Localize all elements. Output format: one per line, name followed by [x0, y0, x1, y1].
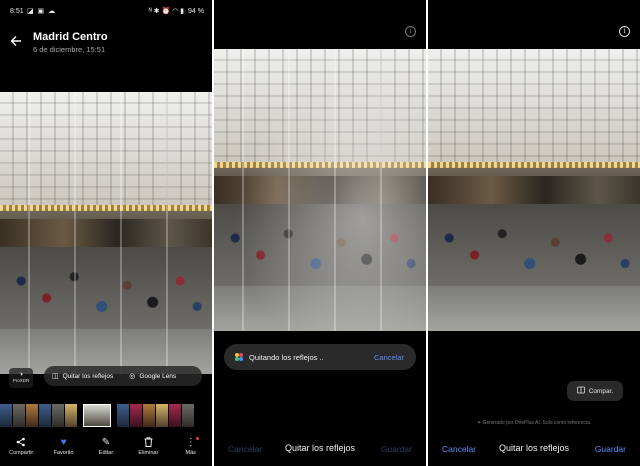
proxdr-label: ProXDR	[12, 378, 30, 383]
favorite-button[interactable]: ♥ Favorito	[44, 437, 84, 466]
thumbnail[interactable]	[0, 404, 12, 427]
more-label: Más	[185, 450, 196, 456]
ai-sparkle-icon	[235, 353, 243, 361]
thumbnail[interactable]	[169, 404, 181, 427]
thumbnail[interactable]	[39, 404, 51, 427]
thumbnail[interactable]	[117, 404, 129, 427]
result-photo[interactable]	[428, 49, 640, 331]
photo-lights	[428, 161, 640, 168]
more-button[interactable]: ⋮ Más	[171, 437, 211, 466]
main-photo[interactable]	[0, 92, 212, 374]
photo-scene	[428, 49, 640, 331]
hdr-icon: ◑	[18, 371, 24, 378]
processing-cancel-button[interactable]: Cancelar	[374, 353, 404, 362]
thumbnail[interactable]	[156, 404, 168, 427]
thumbnail[interactable]	[143, 404, 155, 427]
edit-footer: Cancelar Quitar los reflejos Guardar	[428, 442, 640, 458]
bottom-action-bar: Compartir ♥ Favorito ✎ Editar Eliminar ⋮…	[0, 437, 212, 466]
thumbnail-strip[interactable]	[0, 404, 212, 427]
edit-button[interactable]: ✎ Editar	[86, 437, 126, 466]
photo-date: 6 de diciembre, 15:51	[33, 45, 106, 54]
photo-building	[428, 49, 640, 168]
save-button[interactable]: Guardar	[595, 444, 626, 454]
processing-panel: i Quitando los reflejos .. Cancelar Canc…	[214, 0, 426, 466]
share-label: Compartir	[9, 450, 34, 456]
reflection-icon: ◫	[52, 373, 59, 380]
ai-disclaimer-text: Generado por OnePlus AI. Solo como refer…	[482, 420, 592, 426]
thumbnail[interactable]	[13, 404, 25, 427]
thumbnail[interactable]	[65, 404, 77, 427]
thumbnail[interactable]	[130, 404, 142, 427]
proxdr-badge[interactable]: ◑ ProXDR	[9, 368, 33, 388]
photo-action-pill: ◫ Quitar los reflejos ◎ Google Lens	[44, 366, 202, 386]
favorite-label: Favorito	[53, 450, 74, 456]
status-time: 8:51	[10, 8, 24, 15]
processing-status-pill: Quitando los reflejos .. Cancelar	[224, 344, 416, 370]
photo-viewer-panel: 8:51 ◪ ▣ ☁ ᴺ ✱ ⏰ ◠ ▮ 94 % Madrid Centro …	[0, 0, 212, 466]
share-button[interactable]: Compartir	[1, 437, 41, 466]
google-lens-button[interactable]: ◎ Google Lens	[121, 372, 184, 381]
processing-haze	[214, 49, 426, 331]
more-icon: ⋮	[185, 437, 199, 448]
battery-level: 94 %	[188, 7, 204, 15]
lens-icon: ◎	[129, 373, 136, 380]
thumbnail-gap	[78, 404, 82, 427]
compare-label: Compar.	[588, 387, 614, 395]
pencil-icon: ✎	[101, 437, 111, 448]
compare-icon	[576, 386, 585, 396]
edit-label: Editar	[98, 450, 114, 456]
thumbnail[interactable]	[182, 404, 194, 427]
share-icon	[16, 437, 26, 448]
page-title: Madrid Centro	[33, 31, 108, 43]
glass-reflection	[0, 92, 212, 374]
remove-reflections-button[interactable]: ◫ Quitar los reflejos	[44, 372, 121, 381]
result-panel: i Compar. ✦ Generado por OnePlus AI. Sol…	[428, 0, 640, 466]
info-icon[interactable]: i	[619, 26, 630, 37]
status-right: ᴺ ✱ ⏰ ◠ ▮ 94 %	[148, 7, 204, 16]
thumbnail[interactable]	[26, 404, 38, 427]
processing-label: Quitando los reflejos ..	[249, 352, 324, 362]
thumbnail-selected[interactable]	[83, 404, 111, 427]
ai-disclaimer: ✦ Generado por OnePlus AI. Solo como ref…	[428, 420, 640, 426]
google-lens-label: Google Lens	[139, 372, 177, 380]
heart-icon: ♥	[60, 437, 67, 448]
compare-button[interactable]: Compar.	[567, 381, 623, 401]
notification-icons: ◪ ▣ ☁	[27, 8, 57, 15]
save-button[interactable]: Guardar	[381, 444, 412, 454]
thumbnail[interactable]	[52, 404, 64, 427]
system-icons: ᴺ ✱ ⏰ ◠ ▮	[148, 8, 185, 15]
delete-button[interactable]: Eliminar	[128, 437, 168, 466]
back-arrow-icon[interactable]	[9, 34, 25, 50]
trash-icon	[144, 437, 153, 448]
info-icon[interactable]: i	[405, 26, 416, 37]
thumbnail-gap	[112, 404, 116, 427]
processing-photo	[214, 49, 426, 331]
status-bar: 8:51 ◪ ▣ ☁ ᴺ ✱ ⏰ ◠ ▮ 94 %	[0, 0, 212, 22]
remove-reflections-label: Quitar los reflejos	[62, 372, 114, 380]
delete-label: Eliminar	[138, 450, 159, 456]
photo-floor	[428, 285, 640, 331]
edit-footer: Cancelar Quitar los reflejos Guardar	[214, 442, 426, 458]
photo-crowd	[428, 204, 640, 289]
